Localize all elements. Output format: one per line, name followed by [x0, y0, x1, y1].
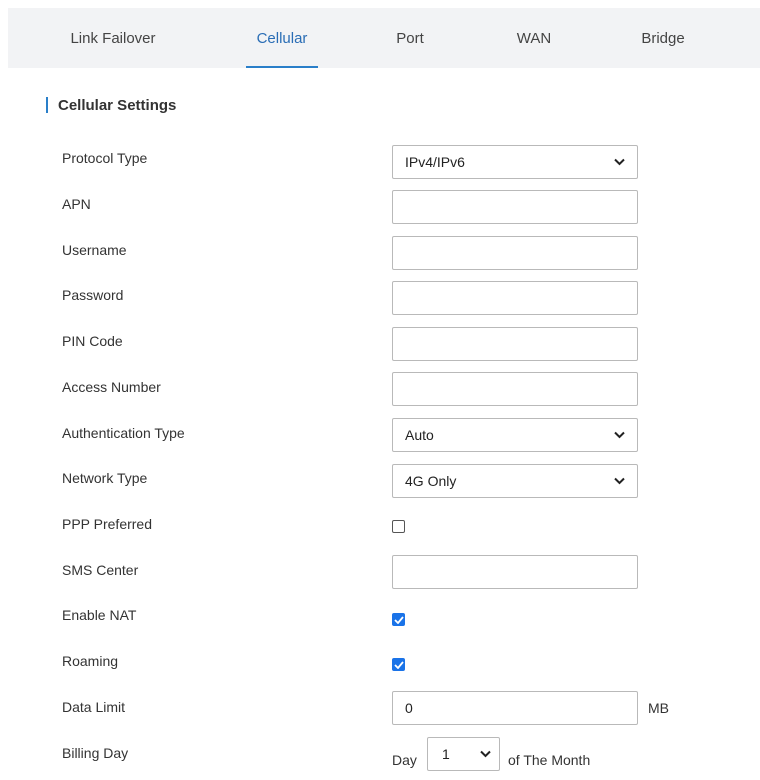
pin-code-input[interactable] [392, 327, 638, 361]
password-input[interactable] [392, 281, 638, 315]
tab-cellular[interactable]: Cellular [246, 8, 318, 68]
section-title-text: Cellular Settings [58, 96, 177, 114]
billing-day-label: Billing Day [62, 745, 129, 761]
chevron-down-icon [480, 750, 491, 758]
roaming-checkbox[interactable] [392, 658, 405, 671]
authentication-type-value: Auto [405, 427, 434, 443]
enable-nat-label: Enable NAT [62, 607, 137, 623]
tab-link-failover[interactable]: Link Failover [48, 8, 178, 68]
tab-bridge[interactable]: Bridge [628, 8, 698, 68]
authentication-type-select[interactable]: Auto [392, 418, 638, 452]
protocol-type-value: IPv4/IPv6 [405, 154, 465, 170]
access-number-input[interactable] [392, 372, 638, 406]
authentication-type-label: Authentication Type [62, 425, 185, 441]
billing-day-value: 1 [442, 746, 450, 762]
access-number-label: Access Number [62, 379, 161, 395]
tab-wan[interactable]: WAN [504, 8, 564, 68]
protocol-type-label: Protocol Type [62, 150, 148, 166]
username-input[interactable] [392, 236, 638, 270]
apn-input[interactable] [392, 190, 638, 224]
network-type-label: Network Type [62, 470, 148, 486]
billing-day-select[interactable]: 1 [427, 737, 500, 771]
data-limit-label: Data Limit [62, 699, 126, 715]
section-accent-bar [46, 97, 48, 113]
ppp-preferred-checkbox[interactable] [392, 520, 405, 533]
tab-port[interactable]: Port [380, 8, 440, 68]
apn-label: APN [62, 196, 91, 212]
sms-center-label: SMS Center [62, 562, 139, 578]
data-limit-input[interactable] [392, 691, 638, 725]
network-type-value: 4G Only [405, 473, 457, 489]
billing-day-suffix: of The Month [508, 752, 591, 768]
ppp-preferred-label: PPP Preferred [62, 516, 153, 532]
sms-center-input[interactable] [392, 555, 638, 589]
password-label: Password [62, 287, 124, 303]
checkmark-icon [393, 615, 404, 624]
enable-nat-checkbox[interactable] [392, 613, 405, 626]
section-title: Cellular Settings [46, 95, 176, 115]
roaming-label: Roaming [62, 653, 119, 669]
chevron-down-icon [614, 477, 625, 485]
chevron-down-icon [614, 158, 625, 166]
billing-day-prefix: Day [392, 752, 417, 768]
data-limit-unit: MB [648, 700, 669, 716]
pin-code-label: PIN Code [62, 333, 123, 349]
tab-bar: Link Failover Cellular Port WAN Bridge [8, 8, 760, 68]
protocol-type-select[interactable]: IPv4/IPv6 [392, 145, 638, 179]
checkmark-icon [393, 660, 404, 669]
network-type-select[interactable]: 4G Only [392, 464, 638, 498]
chevron-down-icon [614, 431, 625, 439]
username-label: Username [62, 242, 127, 258]
